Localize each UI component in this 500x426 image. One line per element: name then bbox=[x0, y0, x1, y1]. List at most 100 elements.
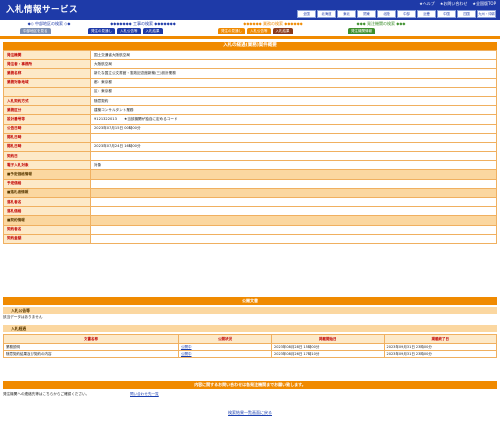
detail-label: 業務対象地域 bbox=[3, 77, 91, 88]
detail-value bbox=[90, 224, 497, 235]
header-bar: 入札情報サービス ★ヘルプ ★お問い合わせ ★全国版TOP 全国 北海道 東北 … bbox=[0, 0, 500, 20]
detail-row: 業務名称 新たな国立公文書館・憲政記念館新築(三)設計業務 bbox=[3, 68, 497, 79]
detail-value bbox=[90, 233, 497, 244]
table-row: 業務説明 公開中 2023年08月28日 15時00分 2023年09月31日 … bbox=[3, 343, 497, 351]
detail-label: 契約日 bbox=[3, 151, 91, 162]
detail-row: 発注機関 国土交通省大阪航空局 bbox=[3, 49, 497, 61]
detail-row: 入札契約方式 随意契約 bbox=[3, 95, 497, 107]
detail-value bbox=[90, 169, 497, 180]
detail-value bbox=[90, 151, 497, 162]
contact-banner: 内容に関するお問い合わせは各発注機関までお願い致します。 bbox=[3, 381, 497, 389]
detail-row: 予定価格 bbox=[3, 178, 497, 189]
detail-value bbox=[90, 196, 497, 208]
detail-value: 9121322013 ★当該機関が独自に定めるコード bbox=[90, 114, 497, 125]
doc-status-link[interactable]: 公開中 bbox=[181, 352, 192, 356]
detail-value bbox=[90, 215, 497, 226]
detail-label: ■契約情報 bbox=[3, 215, 91, 226]
col-header: 公開状況 bbox=[178, 334, 272, 344]
detail-row: 契約日 bbox=[3, 151, 497, 162]
detail-label: ■落札者情報 bbox=[3, 187, 91, 199]
detail-label: 業務名称 bbox=[3, 68, 91, 79]
detail-label: 契約金額 bbox=[3, 233, 91, 244]
national-top-link[interactable]: ★全国版TOP bbox=[472, 1, 496, 7]
nav-bar: ◆◇ 中部地区の検索 ◇◆ 中部地区を見る ◆◆◆◆◆◆◆ 工事の検索 ◆◆◆◆… bbox=[0, 20, 500, 37]
contact-text: 発注機関への連絡先等はこちらからご確認ください。 bbox=[3, 392, 90, 396]
region-tab[interactable]: 近畿 bbox=[417, 10, 436, 18]
tab-construction-outlook[interactable]: 発注の見通し bbox=[88, 28, 115, 34]
nav-group-title: ◆◆◆ 発注機関の検索 ◆◆◆ bbox=[356, 21, 406, 26]
nav-group-title: ◆◇ 中部地区の検索 ◇◆ bbox=[27, 21, 71, 26]
tab-construction-notice[interactable]: 入札公告等 bbox=[117, 28, 141, 34]
col-header: 文書名称 bbox=[3, 334, 179, 344]
col-header: 掲載開始日 bbox=[271, 334, 385, 344]
detail-label: 入札契約方式 bbox=[3, 95, 91, 107]
docs-progress-subheader: 入札経過 bbox=[3, 325, 497, 332]
doc-status-link[interactable]: 公開中 bbox=[181, 345, 192, 349]
detail-value: 2023年07月24日 16時00分 bbox=[90, 141, 497, 153]
detail-label: 落札価格 bbox=[3, 206, 91, 217]
detail-title: 入札の経過(業務)案件概要 bbox=[3, 42, 497, 50]
detail-row: 業務対象地域 都：東京都 bbox=[3, 77, 497, 88]
detail-label: 電子入札対象 bbox=[3, 160, 91, 171]
detail-value: 建築コンサルタント業務 bbox=[90, 105, 497, 116]
nav-divider bbox=[0, 36, 500, 39]
detail-value bbox=[90, 187, 497, 199]
header-links: ★ヘルプ ★お問い合わせ ★全国版TOP bbox=[419, 1, 496, 7]
nav-group-agency: ◆◆◆ 発注機関の検索 ◆◆◆ 発注機関情報 bbox=[348, 21, 414, 35]
nav-group-services: ◆◆◆◆◆◆ 業務の検索 ◆◆◆◆◆◆ 発注の見通し 入札公告等 入札結果 bbox=[218, 21, 328, 35]
detail-row: 公告日時 2023年07月15日 00時00分 bbox=[3, 123, 497, 134]
detail-value: 対象 bbox=[90, 160, 497, 171]
detail-row: 電子入札対象 対象 bbox=[3, 160, 497, 171]
tab-services-results[interactable]: 入札結果 bbox=[272, 28, 293, 34]
detail-value: 随意契約 bbox=[90, 95, 497, 107]
detail-value: 区：東京都 bbox=[90, 86, 497, 97]
detail-value: 2023年07月15日 00時00分 bbox=[90, 123, 497, 134]
tab-services-notice[interactable]: 入札公告等 bbox=[247, 28, 271, 34]
detail-row: 設計番号等 9121322013 ★当該機関が独自に定めるコード bbox=[3, 114, 497, 125]
detail-subheader-row: ■予定価格情報 bbox=[3, 169, 497, 180]
region-tab[interactable]: 中国 bbox=[437, 10, 456, 18]
detail-value: 大阪航空局 bbox=[90, 59, 497, 70]
tab-agency-info[interactable]: 発注機関情報 bbox=[348, 28, 375, 34]
region-tab[interactable]: 全国 bbox=[297, 10, 316, 18]
contact-list-link[interactable]: 問い合わせ先一覧 bbox=[130, 392, 159, 397]
detail-label: ■予定価格情報 bbox=[3, 169, 91, 180]
detail-label: 予定価格 bbox=[3, 178, 91, 189]
region-tab[interactable]: 関東 bbox=[357, 10, 376, 18]
detail-label: 設計番号等 bbox=[3, 114, 91, 125]
nav-group-title: ◆◆◆◆◆◆◆ 工事の検索 ◆◆◆◆◆◆◆ bbox=[110, 21, 176, 26]
doc-start: 2023年08月28日 15時00分 bbox=[271, 343, 385, 351]
detail-label: 落札者名 bbox=[3, 196, 91, 208]
back-to-results-link[interactable]: 検索結果一覧画面に戻る bbox=[228, 410, 272, 415]
docs-empty-message: 該当データはありません bbox=[3, 315, 43, 319]
tab-chubu[interactable]: 中部地区を見る bbox=[20, 28, 51, 34]
detail-row: 区：東京都 bbox=[3, 86, 497, 97]
detail-label: 開札日時 bbox=[3, 132, 91, 143]
region-tabs: 全国 北海道 東北 関東 北陸 中部 近畿 中国 四国 九州・沖縄 bbox=[297, 10, 496, 18]
region-tab[interactable]: 四国 bbox=[457, 10, 476, 18]
detail-label: 発注機関 bbox=[3, 49, 91, 61]
detail-label: 契約者名 bbox=[3, 224, 91, 235]
table-row: 随意契約結果及び契約の内容 公開中 2023年08月26日 17時10分 202… bbox=[3, 350, 497, 358]
detail-row: 落札価格 bbox=[3, 206, 497, 217]
nav-group-region: ◆◇ 中部地区の検索 ◇◆ 中部地区を見る bbox=[20, 21, 78, 35]
detail-row: 契約金額 bbox=[3, 233, 497, 244]
app-title: 入札情報サービス bbox=[6, 5, 79, 15]
detail-row: 落札者名 bbox=[3, 196, 497, 208]
detail-value: 都：東京都 bbox=[90, 77, 497, 88]
contact-link[interactable]: ★お問い合わせ bbox=[440, 1, 468, 7]
region-tab[interactable]: 中部 bbox=[397, 10, 416, 18]
region-tab[interactable]: 北陸 bbox=[377, 10, 396, 18]
col-header: 掲載終了日 bbox=[383, 334, 497, 344]
tab-services-outlook[interactable]: 発注の見通し bbox=[218, 28, 245, 34]
tab-construction-results[interactable]: 入札結果 bbox=[142, 28, 163, 34]
region-tab[interactable]: 九州・沖縄 bbox=[477, 10, 496, 18]
detail-label bbox=[3, 86, 91, 97]
region-tab[interactable]: 北海道 bbox=[317, 10, 336, 18]
nav-group-title: ◆◆◆◆◆◆ 業務の検索 ◆◆◆◆◆◆ bbox=[243, 21, 303, 26]
docs-table: 文書名称 公開状況 掲載開始日 掲載終了日 業務説明 公開中 2023年08月2… bbox=[3, 334, 497, 358]
region-tab[interactable]: 東北 bbox=[337, 10, 356, 18]
help-link[interactable]: ★ヘルプ bbox=[419, 1, 435, 7]
detail-table: 発注機関 国土交通省大阪航空局 発注者・事務所 大阪航空局 業務名称 新たな国立公文書館・… bbox=[3, 49, 497, 244]
detail-value: 新たな国立公文書館・憲政記念館新築(三)設計業務 bbox=[90, 68, 497, 79]
